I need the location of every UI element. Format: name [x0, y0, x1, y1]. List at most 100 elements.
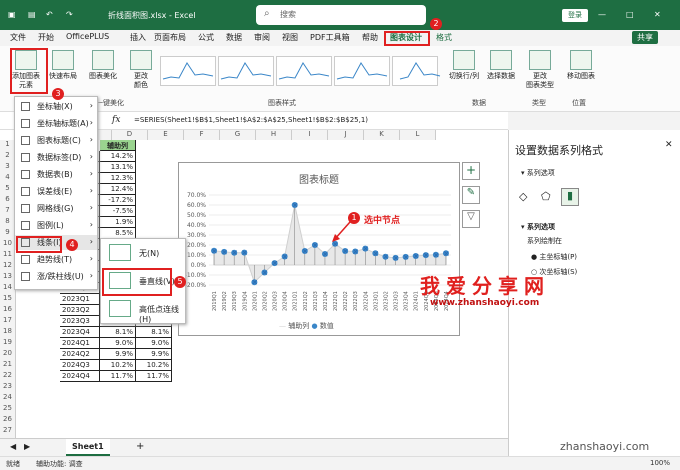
- series-options-dropdown[interactable]: ▾ 系列选项: [521, 168, 555, 178]
- chart-style-brush-icon[interactable]: ✎: [462, 186, 480, 204]
- table-cell-label[interactable]: 2023Q2: [60, 305, 100, 316]
- redo-icon[interactable]: ↷: [66, 10, 73, 19]
- submenu-item-0[interactable]: 无(N): [105, 241, 185, 265]
- menu-item-0[interactable]: 坐标轴(X) ›: [15, 99, 97, 114]
- table-cell-helper[interactable]: 8.1%: [136, 327, 172, 338]
- table-cell-value[interactable]: 11.7%: [100, 371, 136, 382]
- column-header[interactable]: I: [292, 130, 328, 140]
- zoom-level[interactable]: 100%: [650, 459, 670, 467]
- select-data-button[interactable]: 选择数据: [484, 50, 518, 81]
- menu-item-6[interactable]: 网格线(G) ›: [15, 201, 97, 216]
- legend[interactable]: — 辅助列 ● 数值: [279, 321, 334, 331]
- sheet-nav-next-icon[interactable]: ▶: [24, 442, 30, 451]
- undo-icon[interactable]: ↶: [46, 10, 53, 19]
- row-number[interactable]: 26: [0, 415, 16, 426]
- menu-item-3[interactable]: 数据标签(D) ›: [15, 150, 97, 165]
- tab-review[interactable]: 审阅: [254, 32, 270, 43]
- tab-pdf[interactable]: PDF工具箱: [310, 32, 350, 43]
- change-chart-type-button[interactable]: 更改 图表类型: [524, 50, 556, 90]
- tab-help[interactable]: 帮助: [362, 32, 378, 43]
- accessibility-status[interactable]: 辅助功能: 调查: [36, 459, 83, 469]
- tab-data[interactable]: 数据: [226, 32, 242, 43]
- submenu-item-2[interactable]: 高低点连线(H): [105, 297, 185, 324]
- chart-plot[interactable]: 70.0% 60.0% 50.0% 40.0% 30.0% 20.0% 10.0% 0.0% -…: [179, 163, 459, 335]
- series-options-section[interactable]: ▾ 系列选项: [521, 222, 555, 232]
- table-cell-value[interactable]: 12.4%: [100, 184, 136, 195]
- column-header[interactable]: D: [112, 130, 148, 140]
- change-colors-button[interactable]: 更改 颜色: [126, 50, 156, 90]
- menu-item-1[interactable]: 坐标轴标题(A) ›: [15, 116, 97, 131]
- row-number[interactable]: 16: [0, 305, 16, 316]
- table-cell-helper[interactable]: 9.0%: [136, 338, 172, 349]
- table-cell-value[interactable]: 9.0%: [100, 338, 136, 349]
- row-number[interactable]: 17: [0, 316, 16, 327]
- row-number[interactable]: 25: [0, 404, 16, 415]
- table-cell-value[interactable]: 9.9%: [100, 349, 136, 360]
- column-header[interactable]: H: [256, 130, 292, 140]
- minimize-icon[interactable]: —: [598, 10, 606, 19]
- table-cell-value[interactable]: 10.2%: [100, 360, 136, 371]
- chart-style-4[interactable]: [334, 56, 390, 86]
- table-cell-value[interactable]: 13.1%: [100, 162, 136, 173]
- row-number[interactable]: 19: [0, 338, 16, 349]
- tab-officeplus[interactable]: OfficePLUS: [66, 32, 109, 41]
- save-icon[interactable]: ▤: [28, 10, 36, 19]
- chart-style-3[interactable]: [276, 56, 332, 86]
- maximize-icon[interactable]: □: [626, 10, 634, 19]
- chart-elements-plus-icon[interactable]: +: [462, 162, 480, 180]
- row-number[interactable]: 21: [0, 360, 16, 371]
- tab-insert[interactable]: 插入: [130, 32, 146, 43]
- add-sheet-icon[interactable]: +: [136, 441, 144, 452]
- tab-formulas[interactable]: 公式: [198, 32, 214, 43]
- tab-file[interactable]: 文件: [10, 32, 26, 43]
- sheet-tab-sheet1[interactable]: Sheet1: [66, 439, 110, 456]
- menu-item-9[interactable]: 趋势线(T) ›: [15, 252, 97, 267]
- table-cell-helper[interactable]: 11.7%: [136, 371, 172, 382]
- chart-style-2[interactable]: [218, 56, 274, 86]
- table-cell-label[interactable]: 2024Q2: [60, 349, 100, 360]
- move-chart-button[interactable]: 移动图表: [564, 50, 598, 81]
- menu-item-7[interactable]: 图例(L) ›: [15, 218, 97, 233]
- chart-style-1[interactable]: [160, 56, 216, 86]
- table-cell-helper[interactable]: 10.2%: [136, 360, 172, 371]
- table-cell-label[interactable]: 2023Q3: [60, 316, 100, 327]
- pane-close-icon[interactable]: ✕: [665, 140, 673, 150]
- formula-input[interactable]: =SERIES(Sheet1!$B$1,Sheet1!$A$2:$A$25,Sh…: [134, 116, 368, 124]
- tab-format[interactable]: 格式: [436, 32, 452, 43]
- tab-page-layout[interactable]: 页面布局: [154, 32, 186, 43]
- table-cell-value[interactable]: 14.2%: [100, 151, 136, 162]
- table-cell-label[interactable]: 2024Q1: [60, 338, 100, 349]
- row-number[interactable]: 20: [0, 349, 16, 360]
- column-header[interactable]: K: [364, 130, 400, 140]
- column-header[interactable]: F: [184, 130, 220, 140]
- beautify-button[interactable]: 图表美化: [86, 50, 120, 81]
- row-number[interactable]: 27: [0, 426, 16, 437]
- row-number[interactable]: 23: [0, 382, 16, 393]
- column-header[interactable]: G: [220, 130, 256, 140]
- primary-axis-radio[interactable]: ● 主坐标轴(P): [531, 252, 577, 262]
- tab-view[interactable]: 视图: [282, 32, 298, 43]
- fill-icon[interactable]: ◇: [519, 190, 527, 203]
- row-number[interactable]: 18: [0, 327, 16, 338]
- table-cell-value[interactable]: 12.3%: [100, 173, 136, 184]
- sheet-nav-prev-icon[interactable]: ◀: [10, 442, 16, 451]
- table-cell-label[interactable]: 2023Q4: [60, 327, 100, 338]
- tab-home[interactable]: 开始: [38, 32, 54, 43]
- table-cell-value[interactable]: -17.2%: [100, 195, 136, 206]
- chart-area[interactable]: 图表标题 70.0% 60.0% 50.0% 40.0% 30.0% 20.0% 10.0%…: [178, 162, 460, 336]
- table-cell-value[interactable]: 1.9%: [100, 217, 136, 228]
- chart-filter-icon[interactable]: ▽: [462, 210, 480, 228]
- close-icon[interactable]: ✕: [654, 10, 661, 19]
- quick-layout-button[interactable]: 快速布局: [46, 50, 80, 81]
- search-box[interactable]: ⌕ 搜索: [256, 5, 426, 25]
- row-number[interactable]: 24: [0, 393, 16, 404]
- menu-item-5[interactable]: 误差线(E) ›: [15, 184, 97, 199]
- table-cell-helper[interactable]: 9.9%: [136, 349, 172, 360]
- column-header[interactable]: E: [148, 130, 184, 140]
- row-number[interactable]: 22: [0, 371, 16, 382]
- chart-style-5[interactable]: [392, 56, 441, 86]
- share-button[interactable]: 共享: [632, 31, 658, 44]
- login-button[interactable]: 登录: [562, 9, 588, 22]
- table-cell-value[interactable]: -7.5%: [100, 206, 136, 217]
- table-cell-label[interactable]: 2024Q4: [60, 371, 100, 382]
